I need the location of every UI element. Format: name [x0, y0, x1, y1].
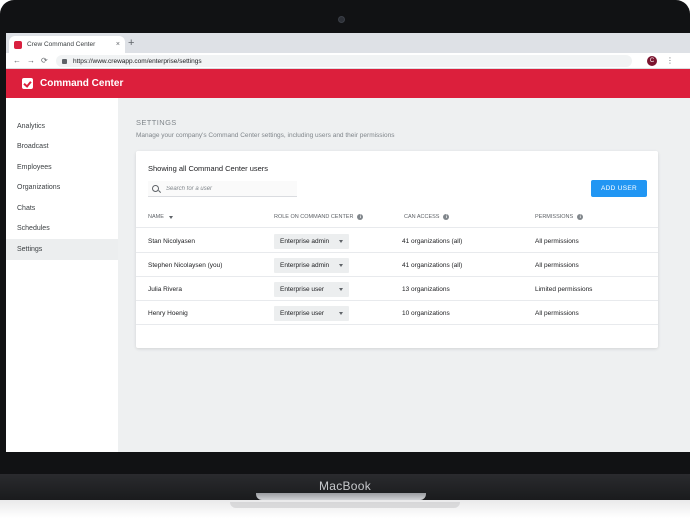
- permissions-cell: All permissions: [535, 309, 579, 317]
- address-bar[interactable]: https://www.crewapp.com/enterprise/setti…: [56, 55, 632, 67]
- lock-icon: [62, 58, 67, 64]
- users-card: Showing all Command Center users ADD USE…: [136, 151, 658, 348]
- add-user-button[interactable]: ADD USER: [591, 180, 647, 197]
- column-header-role: ROLE ON COMMAND CENTER i: [274, 214, 364, 220]
- column-header-name[interactable]: NAME: [148, 214, 173, 220]
- sidebar-item-chats[interactable]: Chats: [6, 198, 118, 219]
- card-title: Showing all Command Center users: [148, 164, 269, 173]
- access-cell: 41 organizations (all): [402, 237, 463, 245]
- role-cell: Enterprise user: [274, 277, 349, 301]
- role-cell: Enterprise admin: [274, 229, 349, 253]
- table-row[interactable]: Henry Hoenig Enterprise user 10 organiza…: [136, 301, 658, 325]
- permissions-cell: All permissions: [535, 237, 579, 245]
- browser-window: Crew Command Center × + ← → ⟳ https://ww…: [6, 33, 690, 452]
- browser-menu-icon[interactable]: ⋮: [666, 55, 674, 66]
- sidebar-item-analytics[interactable]: Analytics: [6, 116, 118, 137]
- access-cell: 10 organizations: [402, 309, 450, 317]
- chevron-down-icon: [339, 287, 343, 291]
- sidebar-item-schedules[interactable]: Schedules: [6, 219, 118, 240]
- role-dropdown[interactable]: Enterprise admin: [274, 233, 349, 249]
- tab-bar: Crew Command Center × +: [6, 33, 690, 53]
- table-header: NAME ROLE ON COMMAND CENTER i CAN ACCESS…: [136, 208, 658, 228]
- browser-toolbar: ← → ⟳ https://www.crewapp.com/enterprise…: [6, 53, 690, 69]
- table-row[interactable]: Stan Nicolyasen Enterprise admin 41 orga…: [136, 229, 658, 253]
- chevron-down-icon: [339, 263, 343, 267]
- user-name: Stan Nicolyasen: [148, 237, 195, 245]
- reload-icon[interactable]: ⟳: [41, 55, 48, 66]
- access-cell: 41 organizations (all): [402, 261, 463, 269]
- url-text: https://www.crewapp.com/enterprise/setti…: [73, 57, 202, 65]
- command-center-logo-icon: [22, 78, 33, 89]
- sidebar-item-organizations[interactable]: Organizations: [6, 178, 118, 199]
- search-input[interactable]: [166, 185, 286, 192]
- close-tab-icon[interactable]: ×: [116, 41, 120, 48]
- sidebar-item-settings[interactable]: Settings: [6, 239, 118, 260]
- access-cell: 13 organizations: [402, 285, 450, 293]
- app-title: Command Center: [40, 78, 124, 89]
- tab-title: Crew Command Center: [27, 41, 96, 48]
- user-name: Julia Rivera: [148, 285, 182, 293]
- chevron-down-icon: [339, 311, 343, 315]
- chevron-down-icon: [339, 239, 343, 243]
- sidebar: Analytics Broadcast Employees Organizati…: [6, 98, 118, 452]
- laptop-frame: Crew Command Center × + ← → ⟳ https://ww…: [0, 0, 690, 518]
- permissions-cell: Limited permissions: [535, 285, 593, 293]
- laptop-shadow: [230, 502, 460, 508]
- role-dropdown[interactable]: Enterprise user: [274, 281, 349, 297]
- table-row[interactable]: Stephen Nicolaysen (you) Enterprise admi…: [136, 253, 658, 277]
- column-header-permissions: PERMISSIONS i: [535, 214, 584, 220]
- device-label: MacBook: [318, 479, 372, 493]
- sidebar-item-broadcast[interactable]: Broadcast: [6, 137, 118, 158]
- main-content: SETTINGS Manage your company's Command C…: [118, 98, 690, 452]
- role-cell: Enterprise user: [274, 301, 349, 325]
- table-row[interactable]: Julia Rivera Enterprise user 13 organiza…: [136, 277, 658, 301]
- new-tab-icon[interactable]: +: [128, 37, 134, 49]
- role-cell: Enterprise admin: [274, 253, 349, 277]
- back-icon[interactable]: ←: [13, 55, 21, 66]
- user-search: [148, 181, 297, 197]
- permissions-cell: All permissions: [535, 261, 579, 269]
- user-name: Stephen Nicolaysen (you): [148, 261, 223, 269]
- role-dropdown[interactable]: Enterprise user: [274, 305, 349, 321]
- column-header-access: CAN ACCESS i: [404, 214, 450, 220]
- app-header: Command Center: [6, 69, 690, 98]
- search-icon: [152, 185, 159, 192]
- camera-icon: [338, 16, 345, 23]
- crew-favicon-icon: [14, 40, 22, 49]
- role-dropdown[interactable]: Enterprise admin: [274, 257, 349, 273]
- info-icon[interactable]: i: [577, 214, 584, 220]
- info-icon[interactable]: i: [357, 214, 364, 220]
- profile-avatar[interactable]: C: [647, 56, 657, 66]
- page-description: Manage your company's Command Center set…: [136, 132, 395, 139]
- browser-tab[interactable]: Crew Command Center ×: [9, 36, 125, 53]
- forward-icon[interactable]: →: [27, 55, 35, 66]
- sidebar-item-employees[interactable]: Employees: [6, 157, 118, 178]
- info-icon[interactable]: i: [443, 214, 450, 220]
- laptop-hinge: [256, 493, 426, 500]
- user-name: Henry Hoenig: [148, 309, 188, 317]
- sort-down-icon[interactable]: [168, 215, 173, 219]
- page-title: SETTINGS: [136, 118, 177, 127]
